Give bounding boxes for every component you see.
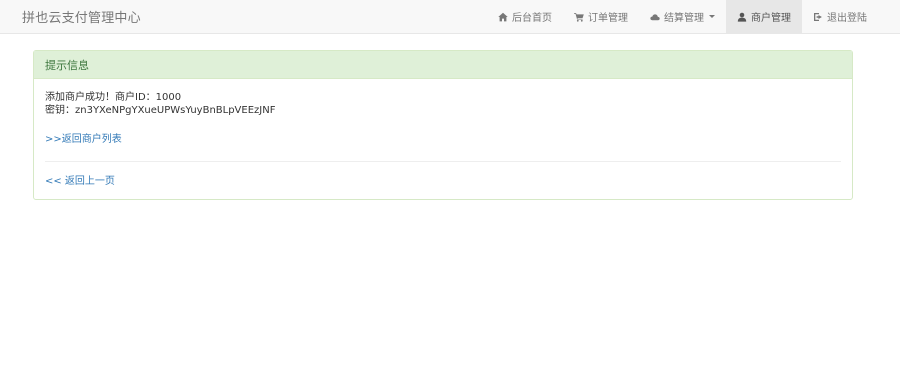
nav-item-label: 订单管理 xyxy=(588,13,628,24)
cart-icon xyxy=(574,12,584,22)
nav-item-settlement[interactable]: 结算管理 xyxy=(639,0,726,33)
logout-icon xyxy=(814,12,822,21)
success-message: 添加商户成功！商户ID：1000 xyxy=(45,92,182,103)
info-panel: 提示信息 添加商户成功！商户ID：1000 密钥：zn3YXeNPgYXueUP… xyxy=(33,50,853,200)
panel-title: 提示信息 xyxy=(34,51,852,79)
nav-item-orders[interactable]: 订单管理 xyxy=(563,0,639,33)
user-icon xyxy=(737,12,747,22)
nav-item-home[interactable]: 后台首页 xyxy=(487,0,563,33)
nav-item-label: 结算管理 xyxy=(664,13,704,24)
divider xyxy=(45,161,841,162)
cloud-icon xyxy=(650,13,660,20)
secret-key-text: 密钥：zn3YXeNPgYXueUPWsYuyBnBLpVEEzJNF xyxy=(45,105,276,116)
main-nav: 后台首页 订单管理 结算管理 商户管理 退出登陆 xyxy=(487,0,878,33)
panel-body: 添加商户成功！商户ID：1000 密钥：zn3YXeNPgYXueUPWsYuy… xyxy=(34,79,852,199)
back-link[interactable]: << 返回上一页 xyxy=(45,176,115,187)
nav-item-label: 后台首页 xyxy=(512,13,552,24)
nav-item-label: 退出登陆 xyxy=(827,13,867,24)
nav-item-logout[interactable]: 退出登陆 xyxy=(802,0,878,33)
nav-item-merchants[interactable]: 商户管理 xyxy=(726,0,802,33)
top-navbar: 拼也云支付管理中心 后台首页 订单管理 结算管理 商户管理 退出登陆 xyxy=(0,0,900,34)
home-icon xyxy=(498,12,508,21)
return-merchant-list-link[interactable]: >>返回商户列表 xyxy=(45,134,122,145)
chevron-down-icon xyxy=(709,15,715,18)
brand-title[interactable]: 拼也云支付管理中心 xyxy=(0,7,141,26)
nav-item-label: 商户管理 xyxy=(751,13,791,24)
